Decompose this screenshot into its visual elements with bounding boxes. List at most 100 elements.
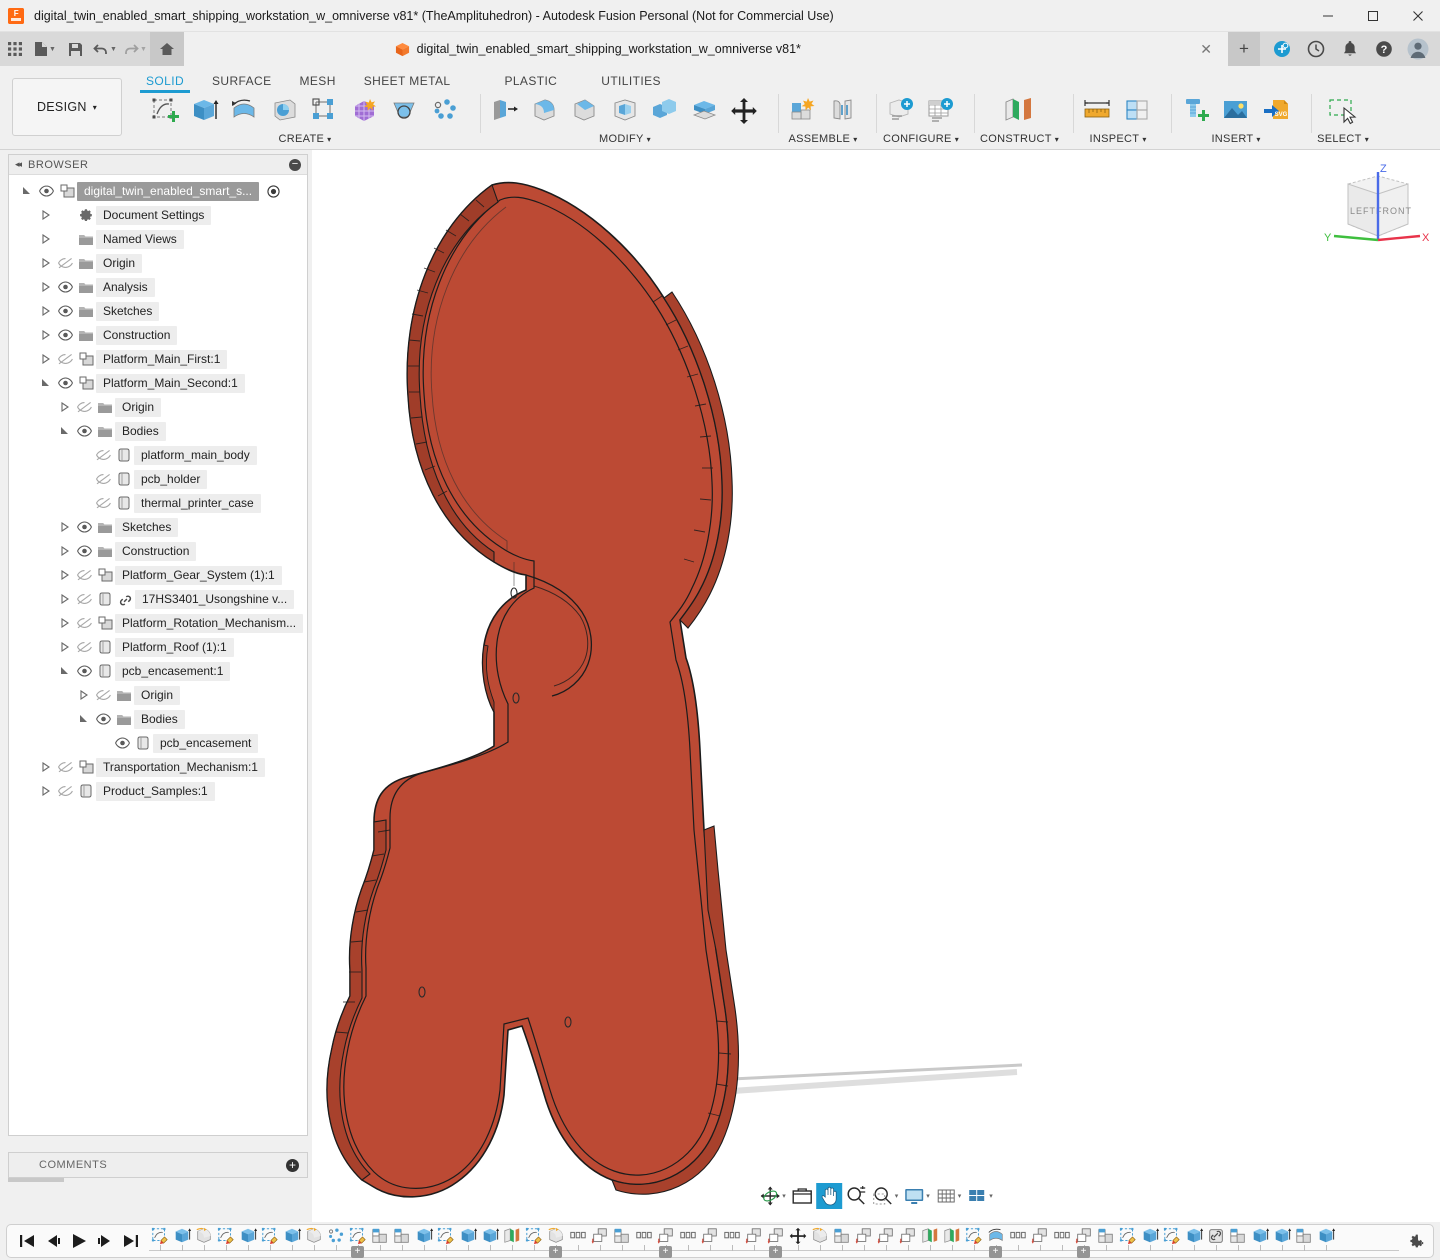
workspace-switcher[interactable]: DESIGN ▾ bbox=[12, 78, 122, 136]
tree-row[interactable]: Analysis bbox=[9, 275, 307, 299]
tree-row[interactable]: pcb_encasement bbox=[9, 731, 307, 755]
timeline-feature-sketch-icon[interactable] bbox=[347, 1225, 369, 1247]
notifications-icon[interactable] bbox=[1334, 32, 1366, 66]
eye-hidden-icon[interactable] bbox=[54, 779, 76, 803]
collapse-arrow-icon[interactable] bbox=[38, 779, 54, 803]
pattern-icon[interactable] bbox=[346, 93, 384, 129]
timeline-feature-extrude-icon[interactable] bbox=[1271, 1225, 1293, 1247]
collapse-icon[interactable]: ◂◂ bbox=[15, 159, 20, 170]
tab-mesh[interactable]: MESH bbox=[286, 72, 350, 92]
help-icon[interactable]: ? bbox=[1368, 32, 1400, 66]
box-primitive-icon[interactable] bbox=[386, 93, 424, 129]
eye-hidden-icon[interactable] bbox=[54, 755, 76, 779]
eye-visible-icon[interactable] bbox=[111, 731, 133, 755]
eye-visible-icon[interactable] bbox=[73, 659, 95, 683]
timeline-feature-group-icon[interactable] bbox=[721, 1225, 743, 1247]
timeline-group-marker[interactable]: + bbox=[989, 1246, 1002, 1258]
collapse-arrow-icon[interactable] bbox=[57, 611, 73, 635]
collapse-arrow-icon[interactable] bbox=[57, 395, 73, 419]
tree-row-label[interactable]: Platform_Main_First:1 bbox=[96, 350, 227, 369]
tree-row-label[interactable]: Platform_Main_Second:1 bbox=[96, 374, 245, 393]
tree-row-label[interactable]: Platform_Rotation_Mechanism... bbox=[115, 614, 303, 633]
timeline-feature-new-component-icon[interactable] bbox=[1095, 1225, 1117, 1247]
go-to-beginning-icon[interactable] bbox=[15, 1229, 39, 1253]
tree-row[interactable]: Construction bbox=[9, 539, 307, 563]
tree-row[interactable]: platform_main_body bbox=[9, 443, 307, 467]
timeline-feature-new-component-icon[interactable] bbox=[611, 1225, 633, 1247]
timeline-feature-joint-icon[interactable] bbox=[853, 1225, 875, 1247]
panel-configure-label[interactable]: CONFIGURE▾ bbox=[883, 133, 959, 145]
insert-mcmaster-icon[interactable] bbox=[1177, 93, 1215, 129]
tree-row-label[interactable]: pcb_holder bbox=[134, 470, 207, 489]
look-at-icon[interactable] bbox=[789, 1183, 815, 1209]
timeline-feature-extrude-icon[interactable] bbox=[413, 1225, 435, 1247]
combine-icon[interactable] bbox=[646, 93, 684, 129]
avatar[interactable] bbox=[1402, 32, 1434, 66]
timeline-feature-group-icon[interactable] bbox=[633, 1225, 655, 1247]
revolve-icon[interactable] bbox=[226, 93, 264, 129]
panel-inspect-label[interactable]: INSPECT▾ bbox=[1090, 133, 1147, 145]
expand-arrow-icon[interactable] bbox=[19, 179, 35, 203]
chamfer-icon[interactable] bbox=[566, 93, 604, 129]
panel-construct-label[interactable]: CONSTRUCT▾ bbox=[980, 133, 1059, 145]
view-cube[interactable]: LEFT FRONT Z X Y bbox=[1322, 162, 1434, 254]
tree-row-label[interactable]: Origin bbox=[134, 686, 180, 705]
create-sketch-icon[interactable] bbox=[146, 93, 184, 129]
timeline-feature-extrude-icon[interactable] bbox=[1315, 1225, 1337, 1247]
collapse-arrow-icon[interactable] bbox=[57, 635, 73, 659]
tree-row[interactable]: Platform_Main_Second:1 bbox=[9, 371, 307, 395]
active-component-radio-icon[interactable] bbox=[263, 179, 283, 203]
tree-row[interactable]: Sketches bbox=[9, 299, 307, 323]
timeline-feature-sketch-icon[interactable] bbox=[259, 1225, 281, 1247]
tab-solid[interactable]: SOLID bbox=[132, 72, 198, 92]
tree-row-label[interactable]: 17HS3401_Usongshine v... bbox=[135, 590, 294, 609]
maximize-button[interactable] bbox=[1350, 0, 1395, 32]
tree-row[interactable]: pcb_holder bbox=[9, 467, 307, 491]
close-icon[interactable]: ✕ bbox=[1194, 41, 1218, 58]
tree-row-label[interactable]: Product_Samples:1 bbox=[96, 782, 215, 801]
eye-visible-icon[interactable] bbox=[92, 707, 114, 731]
new-tab-button[interactable]: + bbox=[1228, 32, 1260, 66]
collapse-arrow-icon[interactable] bbox=[38, 227, 54, 251]
tree-row[interactable]: Construction bbox=[9, 323, 307, 347]
timeline-feature-group-icon[interactable] bbox=[1007, 1225, 1029, 1247]
timeline-feature-joint-icon[interactable] bbox=[1073, 1225, 1095, 1247]
collapse-arrow-icon[interactable] bbox=[57, 539, 73, 563]
timeline-feature-new-component-icon[interactable] bbox=[831, 1225, 853, 1247]
timeline-group-marker[interactable]: + bbox=[769, 1246, 782, 1258]
measure-icon[interactable] bbox=[1079, 93, 1117, 129]
new-document-icon[interactable]: ▼ bbox=[30, 35, 60, 63]
job-status-icon[interactable] bbox=[1300, 32, 1332, 66]
insert-canvas-icon[interactable] bbox=[1217, 93, 1255, 129]
eye-hidden-icon[interactable] bbox=[54, 251, 76, 275]
timeline-feature-new-component-icon[interactable] bbox=[369, 1225, 391, 1247]
viewport-canvas[interactable]: LEFT FRONT Z X Y ▾ bbox=[312, 150, 1440, 1222]
timeline-feature-group-icon[interactable] bbox=[567, 1225, 589, 1247]
eye-hidden-icon[interactable] bbox=[92, 683, 114, 707]
display-settings-icon[interactable]: ▾ bbox=[901, 1183, 932, 1209]
timeline-feature-extrude-icon[interactable] bbox=[1183, 1225, 1205, 1247]
document-tab[interactable]: digital_twin_enabled_smart_shipping_work… bbox=[184, 32, 1228, 66]
tree-row[interactable]: Bodies bbox=[9, 419, 307, 443]
tab-plastic[interactable]: PLASTIC bbox=[464, 72, 571, 92]
timeline-feature-sketch-icon[interactable] bbox=[435, 1225, 457, 1247]
home-icon[interactable] bbox=[150, 32, 184, 66]
timeline-feature-offset-plane-icon[interactable] bbox=[919, 1225, 941, 1247]
panel-create-label[interactable]: CREATE▾ bbox=[279, 133, 332, 145]
tree-row[interactable]: Platform_Gear_System (1):1 bbox=[9, 563, 307, 587]
eye-hidden-icon[interactable] bbox=[73, 587, 95, 611]
tree-row-label[interactable]: Named Views bbox=[96, 230, 184, 249]
collapse-arrow-icon[interactable] bbox=[38, 755, 54, 779]
timeline-feature-fillet-icon[interactable] bbox=[303, 1225, 325, 1247]
eye-hidden-icon[interactable] bbox=[54, 347, 76, 371]
tree-row-label[interactable]: Sketches bbox=[96, 302, 159, 321]
tree-row[interactable]: Named Views bbox=[9, 227, 307, 251]
tree-row-label[interactable]: Document Settings bbox=[96, 206, 211, 225]
tree-row[interactable]: digital_twin_enabled_smart_s... bbox=[9, 179, 307, 203]
tree-row[interactable]: Platform_Roof (1):1 bbox=[9, 635, 307, 659]
hole-icon[interactable] bbox=[426, 93, 464, 129]
eye-visible-icon[interactable] bbox=[73, 539, 95, 563]
timeline-feature-fillet-icon[interactable] bbox=[545, 1225, 567, 1247]
timeline-settings-gear-icon[interactable] bbox=[1399, 1232, 1433, 1250]
sweep-icon[interactable] bbox=[266, 93, 304, 129]
